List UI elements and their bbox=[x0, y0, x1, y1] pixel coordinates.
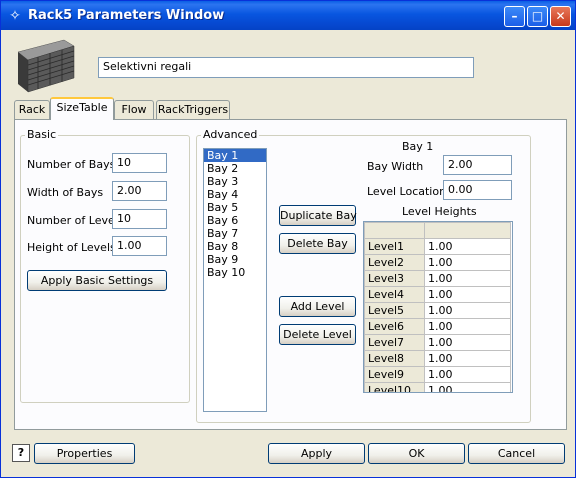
delete-level-button[interactable]: Delete Level bbox=[279, 324, 356, 345]
row-header: Level1 bbox=[364, 238, 425, 255]
number-of-levels-input[interactable]: 10 bbox=[112, 209, 167, 229]
row-header: Level8 bbox=[364, 350, 425, 367]
row-header: Level7 bbox=[364, 334, 425, 351]
list-item[interactable]: Bay 6 bbox=[204, 214, 266, 227]
tab-flow[interactable]: Flow bbox=[114, 100, 154, 120]
list-item[interactable]: Bay 1 bbox=[204, 149, 266, 162]
width-of-bays-label: Width of Bays bbox=[27, 186, 104, 199]
level-height-cell[interactable]: 1.00 bbox=[424, 286, 511, 303]
tab-sizetable[interactable]: SizeTable bbox=[50, 97, 114, 120]
level-height-cell[interactable]: 1.00 bbox=[424, 270, 511, 287]
basic-group-label: Basic bbox=[25, 128, 59, 141]
advanced-group-label: Advanced bbox=[201, 128, 260, 141]
list-item[interactable]: Bay 3 bbox=[204, 175, 266, 188]
level-location-label: Level Location bbox=[367, 185, 447, 198]
bay-list[interactable]: Bay 1 Bay 2 Bay 3 Bay 4 Bay 5 Bay 6 Bay … bbox=[203, 148, 267, 412]
close-button[interactable]: ✕ bbox=[550, 6, 571, 27]
parameters-window: ✧ Rack5 Parameters Window – □ ✕ Selektiv… bbox=[0, 0, 576, 478]
list-item[interactable]: Bay 7 bbox=[204, 227, 266, 240]
level-height-cell[interactable]: 1.00 bbox=[424, 302, 511, 319]
level-height-cell[interactable]: 1.00 bbox=[424, 254, 511, 271]
bay-title: Bay 1 bbox=[402, 140, 434, 153]
duplicate-bay-button[interactable]: Duplicate Bay bbox=[279, 205, 357, 226]
apply-basic-settings-button[interactable]: Apply Basic Settings bbox=[27, 270, 167, 291]
width-of-bays-input[interactable]: 2.00 bbox=[112, 181, 167, 201]
row-header: Level5 bbox=[364, 302, 425, 319]
level-heights-table[interactable]: Level1 1.00 Level2 1.00 Level3 1.00 Level4 1… bbox=[363, 221, 513, 393]
title-bar[interactable]: ✧ Rack5 Parameters Window – □ ✕ bbox=[1, 1, 575, 30]
row-header: Level9 bbox=[364, 366, 425, 383]
table-row[interactable]: Level1 1.00 bbox=[364, 238, 511, 255]
basic-group: Basic Number of Bays 10 Width of Bays 2.… bbox=[20, 128, 190, 403]
maximize-button[interactable]: □ bbox=[527, 6, 548, 27]
level-height-cell[interactable]: 1.00 bbox=[424, 238, 511, 255]
apply-button[interactable]: Apply bbox=[268, 443, 365, 464]
delete-bay-button[interactable]: Delete Bay bbox=[279, 233, 356, 254]
list-item[interactable]: Bay 9 bbox=[204, 253, 266, 266]
table-corner-cell bbox=[364, 222, 425, 239]
number-of-bays-label: Number of Bays bbox=[27, 158, 116, 171]
window-content: Selektivni regali Rack SizeTable Flow Ra… bbox=[4, 30, 572, 476]
advanced-group: Advanced Bay 1 Bay 2 Bay 3 Bay 4 Bay 5 B… bbox=[196, 128, 531, 423]
table-header-row bbox=[364, 222, 511, 239]
table-row[interactable]: Level7 1.00 bbox=[364, 334, 511, 351]
row-header: Level10 bbox=[364, 382, 425, 392]
row-header: Level2 bbox=[364, 254, 425, 271]
number-of-levels-label: Number of Levels bbox=[27, 214, 124, 227]
bay-width-label: Bay Width bbox=[367, 160, 424, 173]
dialog-footer: ? Properties Apply OK Cancel bbox=[4, 440, 572, 470]
list-item[interactable]: Bay 4 bbox=[204, 188, 266, 201]
level-heights-title: Level Heights bbox=[402, 205, 477, 218]
table-row[interactable]: Level2 1.00 bbox=[364, 254, 511, 271]
table-header-cell bbox=[424, 222, 511, 239]
row-header: Level4 bbox=[364, 286, 425, 303]
add-level-button[interactable]: Add Level bbox=[279, 296, 356, 317]
list-item[interactable]: Bay 8 bbox=[204, 240, 266, 253]
properties-button[interactable]: Properties bbox=[34, 443, 135, 464]
tab-rack[interactable]: Rack bbox=[14, 100, 50, 120]
ok-button[interactable]: OK bbox=[368, 443, 465, 464]
level-height-cell[interactable]: 1.00 bbox=[424, 318, 511, 335]
row-header: Level6 bbox=[364, 318, 425, 335]
table-row[interactable]: Level8 1.00 bbox=[364, 350, 511, 367]
level-height-cell[interactable]: 1.00 bbox=[424, 382, 511, 392]
height-of-levels-label: Height of Levels bbox=[27, 241, 116, 254]
table-row[interactable]: Level3 1.00 bbox=[364, 270, 511, 287]
list-item[interactable]: Bay 5 bbox=[204, 201, 266, 214]
list-item[interactable]: Bay 2 bbox=[204, 162, 266, 175]
number-of-bays-input[interactable]: 10 bbox=[112, 153, 167, 173]
rack-thumbnail-icon bbox=[17, 39, 75, 93]
table-row[interactable]: Level4 1.00 bbox=[364, 286, 511, 303]
row-header: Level3 bbox=[364, 270, 425, 287]
minimize-button[interactable]: – bbox=[504, 6, 525, 27]
level-height-cell[interactable]: 1.00 bbox=[424, 350, 511, 367]
level-height-cell[interactable]: 1.00 bbox=[424, 366, 511, 383]
table-row[interactable]: Level10 1.00 bbox=[364, 382, 511, 392]
level-location-input[interactable]: 0.00 bbox=[443, 180, 512, 200]
object-name-input[interactable]: Selektivni regali bbox=[98, 57, 474, 78]
app-icon: ✧ bbox=[9, 8, 21, 24]
table-row[interactable]: Level9 1.00 bbox=[364, 366, 511, 383]
table-row[interactable]: Level5 1.00 bbox=[364, 302, 511, 319]
window-title: Rack5 Parameters Window bbox=[28, 8, 225, 23]
list-item[interactable]: Bay 10 bbox=[204, 266, 266, 279]
tab-racktriggers[interactable]: RackTriggers bbox=[156, 100, 230, 120]
help-icon[interactable]: ? bbox=[12, 444, 30, 462]
table-row[interactable]: Level6 1.00 bbox=[364, 318, 511, 335]
height-of-levels-input[interactable]: 1.00 bbox=[112, 236, 167, 256]
bay-width-input[interactable]: 2.00 bbox=[443, 155, 512, 175]
sizetable-panel: Basic Number of Bays 10 Width of Bays 2.… bbox=[14, 119, 567, 430]
cancel-button[interactable]: Cancel bbox=[468, 443, 565, 464]
level-height-cell[interactable]: 1.00 bbox=[424, 334, 511, 351]
